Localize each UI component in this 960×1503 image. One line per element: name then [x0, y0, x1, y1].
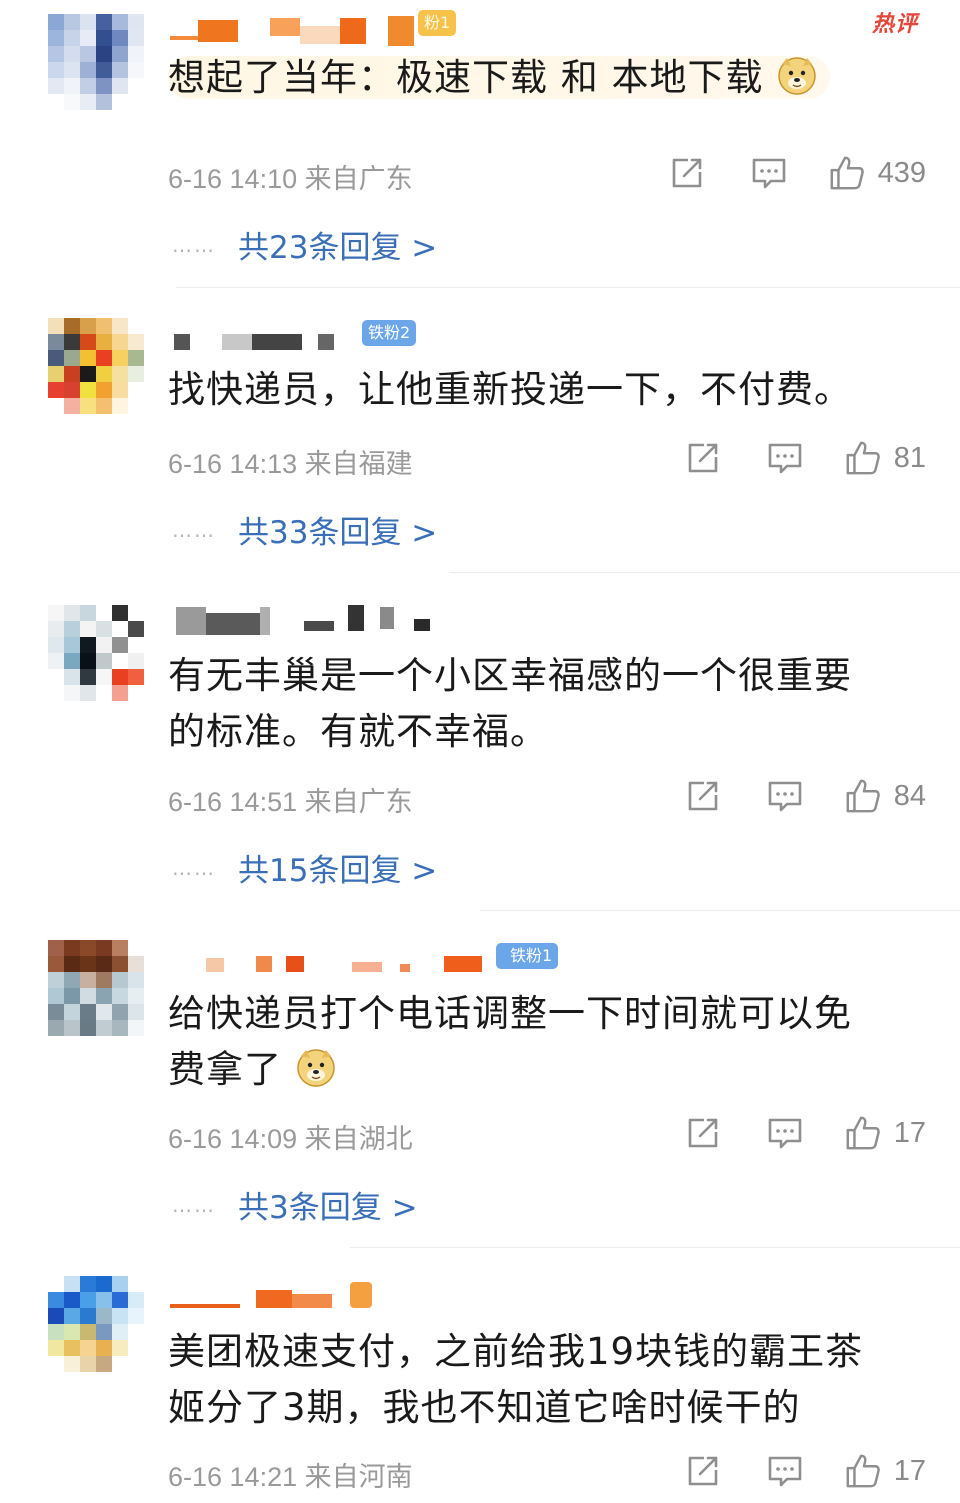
share-icon[interactable]: [684, 777, 722, 815]
comment-location: 来自河南: [304, 1462, 413, 1492]
iron-fan-badge: 铁粉1: [496, 943, 559, 969]
thumbs-up-icon: [844, 777, 882, 815]
share-icon[interactable]: [684, 1452, 722, 1490]
avatar[interactable]: [48, 14, 144, 110]
thumbs-up-icon: [828, 154, 866, 192]
comment-meta: 6-16 14:21 来自河南: [168, 1455, 413, 1494]
comment-date: 6-16 14:13: [168, 449, 298, 479]
divider: [480, 910, 960, 911]
thumbs-up-icon: [844, 1114, 882, 1152]
username-blurred[interactable]: [170, 950, 490, 980]
hot-comment-tag: 热评: [871, 12, 918, 37]
view-replies-link[interactable]: …… 共33条回复 >: [172, 507, 437, 552]
comment-date: 6-16 14:10: [168, 164, 298, 194]
comment-text: 找快递员，让他重新投递一下，不付费。: [168, 368, 852, 411]
like-count: 17: [893, 1116, 926, 1149]
view-replies-link[interactable]: …… 共3条回复 >: [172, 1182, 418, 1227]
comment-text: 想起了当年：极速下载 和 本地下载: [168, 50, 928, 106]
comment-actions: 17: [684, 1114, 926, 1152]
comment-actions: 84: [684, 777, 926, 815]
comment-icon[interactable]: [766, 777, 804, 815]
comment-meta: 6-16 14:51 来自广东: [168, 780, 413, 819]
avatar[interactable]: [48, 940, 144, 1036]
comment-icon[interactable]: [766, 1114, 804, 1152]
comment-actions: 81: [684, 439, 926, 477]
comment-icon[interactable]: [750, 154, 788, 192]
comment-location: 来自福建: [304, 449, 413, 479]
comment-text: 美团极速支付，之前给我19块钱的霸王茶 姬分了3期，我也不知道它啥时候干的: [168, 1330, 864, 1429]
comment-date: 6-16 14:09: [168, 1124, 298, 1154]
divider: [450, 572, 960, 573]
comment-text: 有无丰巢是一个小区幸福感的一个很重要 的标准。有就不幸福。: [168, 654, 852, 753]
like-button[interactable]: 84: [844, 777, 926, 815]
comment-date: 6-16 14:21: [168, 1462, 298, 1492]
share-icon[interactable]: [684, 1114, 722, 1152]
comment-location: 来自广东: [304, 787, 413, 817]
divider: [176, 287, 960, 288]
comment-icon[interactable]: [766, 1452, 804, 1490]
like-button[interactable]: 17: [844, 1114, 926, 1152]
like-count: 439: [877, 156, 926, 189]
view-replies-link[interactable]: …… 共15条回复 >: [172, 845, 437, 890]
avatar[interactable]: [48, 605, 144, 701]
like-button[interactable]: 439: [828, 154, 926, 192]
like-count: 81: [893, 441, 926, 474]
like-count: 17: [893, 1454, 926, 1487]
comment-meta: 6-16 14:13 来自福建: [168, 442, 413, 481]
share-icon[interactable]: [684, 439, 722, 477]
username-blurred[interactable]: [170, 603, 440, 635]
iron-fan-badge: 铁粉2: [362, 320, 417, 346]
like-count: 84: [893, 779, 926, 812]
comment-location: 来自广东: [304, 164, 413, 194]
comment-icon[interactable]: [766, 439, 804, 477]
avatar[interactable]: [48, 1276, 144, 1372]
fan-badge: 粉1: [418, 10, 457, 36]
comment-date: 6-16 14:51: [168, 787, 298, 817]
username-blurred[interactable]: [170, 330, 370, 360]
share-icon[interactable]: [668, 154, 706, 192]
divider: [350, 1247, 960, 1248]
doge-emoji-icon: [295, 1046, 337, 1088]
like-button[interactable]: 81: [844, 439, 926, 477]
thumbs-up-icon: [844, 439, 882, 477]
comment-meta: 6-16 14:10 来自广东: [168, 157, 413, 196]
like-button[interactable]: 17: [844, 1452, 926, 1490]
comment-text: 给快递员打个电话调整一下时间就可以免 费拿了: [168, 992, 852, 1091]
comment-actions: 439: [668, 154, 926, 192]
comment-location: 来自湖北: [304, 1124, 413, 1154]
username-blurred[interactable]: [170, 1280, 390, 1310]
comment-actions: 17: [684, 1452, 926, 1490]
thumbs-up-icon: [844, 1452, 882, 1490]
view-replies-link[interactable]: …… 共23条回复 >: [172, 222, 437, 267]
doge-emoji-icon: [776, 54, 818, 96]
avatar[interactable]: [48, 318, 144, 414]
comment-meta: 6-16 14:09 来自湖北: [168, 1117, 413, 1156]
